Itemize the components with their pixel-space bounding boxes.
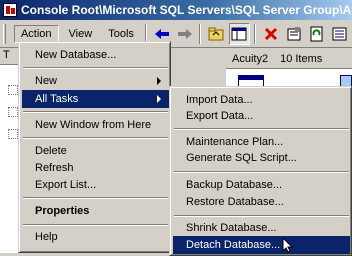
menu-item-shrink-database[interactable]: Shrink Database... [173, 219, 350, 237]
delete-icon[interactable] [260, 23, 281, 45]
menu-item-restore-database[interactable]: Restore Database... [173, 193, 350, 211]
menu-view[interactable]: View [63, 26, 99, 42]
toolbar-separator [199, 23, 202, 44]
menu-item-label: Refresh [35, 162, 74, 174]
menu-separator [174, 215, 349, 217]
show-hide-tree-icon[interactable] [228, 22, 250, 45]
tree-tab-label: T [3, 49, 10, 61]
item-count: 10 Items [280, 53, 323, 65]
menu-tools[interactable]: Tools [102, 26, 140, 42]
submenu-arrow-icon [157, 95, 161, 103]
menu-item-detach-database[interactable]: Detach Database... [173, 236, 350, 254]
server-name: Acuity2 [232, 53, 269, 65]
menu-item-label: Properties [35, 205, 90, 217]
submenu-arrow-icon [157, 77, 161, 85]
menu-item-label: Detach Database... [186, 239, 281, 251]
mouse-cursor-icon [282, 237, 294, 253]
toolbar-separator [253, 23, 256, 44]
title-bar: Console Root\Microsoft SQL Servers\SQL S… [0, 0, 352, 20]
mmc-app-icon [3, 3, 17, 17]
menu-separator [23, 224, 168, 226]
menu-item-label: Shrink Database... [186, 222, 277, 234]
menu-separator [174, 128, 349, 130]
menu-item-label: Export Data... [186, 110, 254, 122]
menu-item-label: Help [35, 231, 58, 243]
menu-item-label: New Window from Here [35, 119, 152, 131]
export-icon[interactable] [330, 23, 351, 45]
tree-expander[interactable] [8, 85, 18, 95]
details-header: Acuity2 10 Items [226, 50, 352, 68]
menu-item-properties[interactable]: Properties [22, 202, 169, 220]
menu-item-label: Delete [35, 145, 67, 157]
menu-action[interactable]: Action [13, 24, 59, 43]
menu-item-label: New [35, 75, 58, 87]
window-title: Console Root\Microsoft SQL Servers\SQL S… [21, 3, 352, 17]
menu-separator [23, 111, 168, 113]
menu-item-label: Restore Database... [186, 196, 284, 208]
menu-item-new-window[interactable]: New Window from Here [22, 116, 169, 134]
menu-separator [174, 171, 349, 173]
menu-item-all-tasks[interactable]: All Tasks [22, 90, 169, 108]
menu-item-label: Generate SQL Script... [186, 152, 297, 164]
menu-item-refresh[interactable]: Refresh [22, 159, 169, 177]
forward-arrow-icon[interactable] [174, 23, 195, 45]
menu-item-export-list[interactable]: Export List... [22, 176, 169, 194]
menu-separator [23, 137, 168, 139]
refresh-icon[interactable] [306, 23, 327, 45]
properties-icon[interactable] [283, 23, 304, 45]
tree-expander[interactable] [8, 107, 18, 117]
menu-item-new[interactable]: New [22, 72, 169, 90]
all-tasks-submenu: Import Data... Export Data... Maintenanc… [169, 86, 352, 256]
menu-item-generate-sql-script[interactable]: Generate SQL Script... [173, 149, 350, 167]
menu-separator [23, 67, 168, 69]
tree-expander[interactable] [8, 129, 18, 139]
menu-separator [23, 197, 168, 199]
menu-item-label: New Database... [35, 49, 117, 61]
toolbar-grip[interactable] [3, 23, 6, 44]
menu-item-new-database[interactable]: New Database... [22, 46, 169, 64]
menu-item-label: Export List... [35, 179, 97, 191]
menu-item-help[interactable]: Help [22, 228, 169, 246]
context-menu: New Database... New All Tasks New Window… [18, 41, 171, 253]
menu-item-delete[interactable]: Delete [22, 142, 169, 160]
up-folder-icon[interactable] [205, 23, 226, 45]
menu-item-backup-database[interactable]: Backup Database... [173, 176, 350, 194]
menu-item-label: All Tasks [35, 93, 79, 105]
menu-item-label: Backup Database... [186, 179, 283, 191]
menu-item-export-data[interactable]: Export Data... [173, 107, 350, 125]
